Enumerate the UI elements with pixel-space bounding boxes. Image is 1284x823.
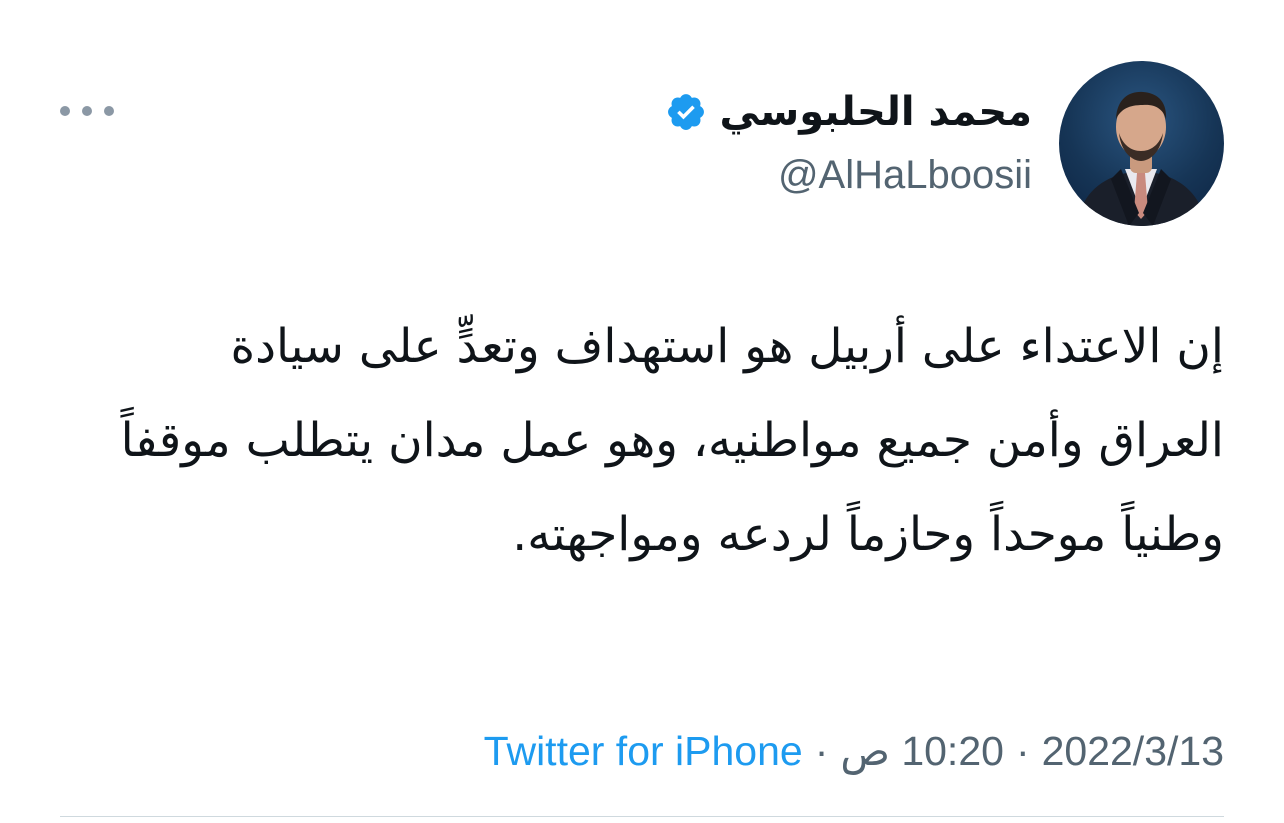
author-name-row[interactable]: محمد الحلبوسي — [665, 86, 1032, 138]
more-options-icon[interactable] — [60, 96, 114, 126]
tweet-date[interactable]: 2022/3/13 — [1042, 723, 1224, 779]
tweet-text: إن الاعتداء على أربيل هو استهداف وتعدٍّ … — [105, 319, 1224, 562]
more-dot — [60, 106, 70, 116]
avatar[interactable] — [1059, 61, 1224, 226]
author-handle[interactable]: @AlHaLboosii — [778, 150, 1032, 200]
meta-separator: · — [1015, 728, 1030, 774]
more-dot — [104, 106, 114, 116]
meta-separator: · — [814, 728, 829, 774]
display-name[interactable]: محمد الحلبوسي — [719, 86, 1032, 138]
tweet-source-link[interactable]: Twitter for iPhone — [484, 723, 803, 779]
verified-badge-icon — [668, 94, 705, 130]
tweet-meta: 2022/3/13 · 10:20 ص · Twitter for iPhone — [484, 723, 1224, 779]
profile-photo — [1077, 91, 1206, 226]
tweet-time[interactable]: 10:20 ص — [840, 723, 1004, 779]
tweet-card: محمد الحلبوسي @AlHaLboosii إن الاعتداء ع… — [0, 0, 1284, 823]
divider — [60, 816, 1224, 817]
more-dot — [82, 106, 92, 116]
